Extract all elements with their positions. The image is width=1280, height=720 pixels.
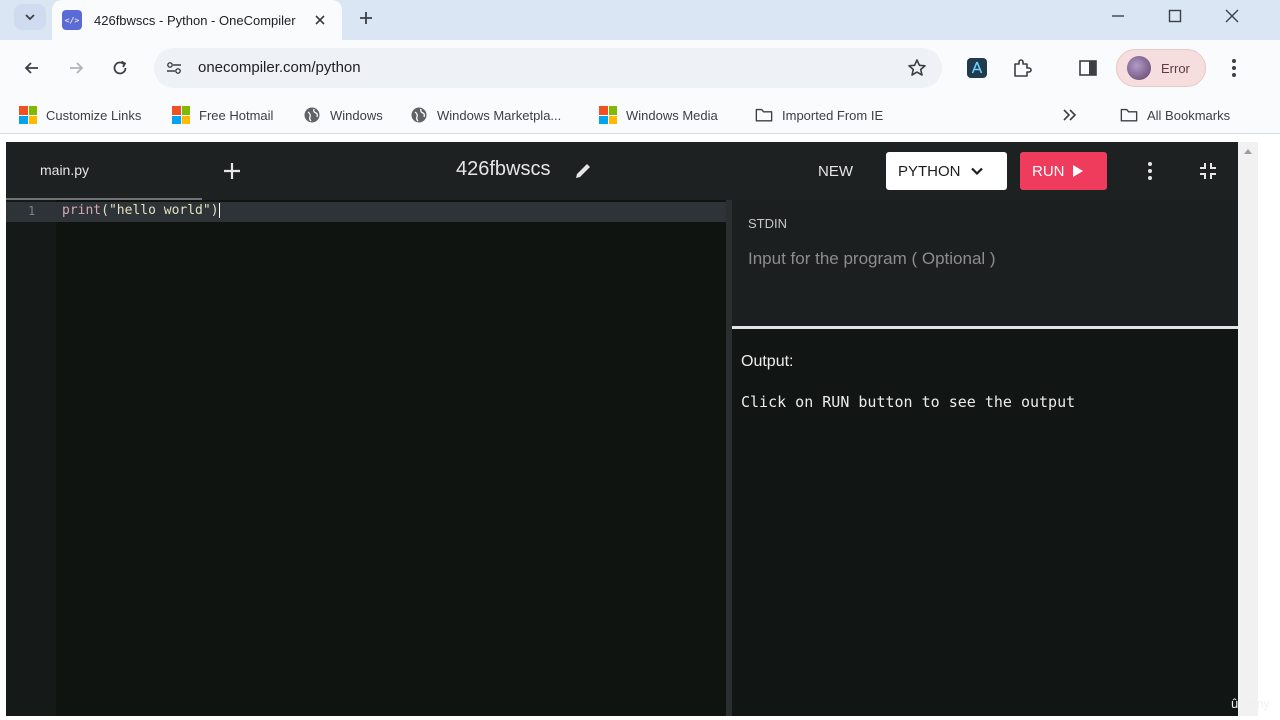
side-panel-button[interactable] bbox=[1076, 56, 1100, 80]
page-scrollbar[interactable] bbox=[1238, 142, 1258, 716]
microsoft-icon bbox=[599, 106, 617, 124]
code-arguments: ("hello world") bbox=[101, 203, 219, 218]
arrow-left-icon bbox=[24, 62, 38, 74]
run-button[interactable]: RUN bbox=[1020, 152, 1107, 190]
url-text[interactable]: onecompiler.com/python bbox=[198, 59, 361, 76]
file-tab-main[interactable]: main.py bbox=[40, 162, 89, 178]
bookmark-customize-links[interactable]: Customize Links bbox=[19, 104, 141, 126]
add-file-button[interactable] bbox=[220, 159, 244, 183]
fullscreen-button[interactable] bbox=[1196, 159, 1220, 183]
new-tab-button[interactable] bbox=[354, 6, 378, 30]
edit-title-button[interactable] bbox=[572, 160, 594, 182]
reload-button[interactable] bbox=[106, 54, 134, 82]
bookmark-windows[interactable]: Windows bbox=[303, 104, 383, 126]
double-chevron-right-icon bbox=[1063, 109, 1077, 121]
microsoft-icon bbox=[172, 106, 190, 124]
scroll-up-icon[interactable] bbox=[1243, 146, 1253, 156]
reload-icon bbox=[113, 60, 127, 75]
star-icon bbox=[908, 59, 926, 76]
avatar bbox=[1127, 56, 1151, 80]
globe-icon bbox=[303, 106, 321, 124]
text-cursor bbox=[218, 203, 220, 218]
run-label: RUN bbox=[1032, 162, 1065, 180]
browser-tab[interactable]: </> 426fbwscs - Python - OneCompiler bbox=[52, 0, 342, 40]
more-bookmarks-button[interactable] bbox=[1062, 104, 1078, 126]
forward-button[interactable] bbox=[62, 54, 90, 82]
language-select[interactable]: PYTHON bbox=[886, 152, 1007, 190]
microsoft-icon bbox=[19, 106, 37, 124]
bookmark-label: Free Hotmail bbox=[199, 107, 274, 123]
page-viewport: main.py 426fbwscs NEW PYTHON RUN 1 print… bbox=[0, 134, 1280, 720]
browser-menu-button[interactable] bbox=[1222, 56, 1246, 80]
side-panel-icon bbox=[1079, 60, 1097, 76]
plus-icon bbox=[360, 12, 372, 24]
extensions-button[interactable] bbox=[1010, 56, 1034, 80]
folder-icon bbox=[755, 106, 773, 124]
back-button[interactable] bbox=[18, 54, 46, 82]
udemy-watermark: ûdemy bbox=[1230, 696, 1270, 711]
stdin-label: STDIN bbox=[748, 216, 787, 231]
minimize-icon bbox=[1112, 15, 1124, 17]
code-line[interactable]: print("hello world") bbox=[62, 203, 220, 218]
maximize-icon bbox=[1168, 9, 1182, 23]
line-number-gutter bbox=[6, 200, 56, 716]
puzzle-icon bbox=[1014, 59, 1032, 77]
output-label: Output: bbox=[741, 353, 794, 370]
language-label: PYTHON bbox=[898, 162, 961, 180]
collapse-icon bbox=[1200, 163, 1216, 179]
bookmark-label: Windows Media bbox=[626, 107, 718, 123]
tab-strip: </> 426fbwscs - Python - OneCompiler bbox=[0, 0, 1280, 40]
editor-topbar: main.py 426fbwscs NEW PYTHON RUN bbox=[6, 142, 1238, 200]
play-icon bbox=[1071, 164, 1085, 178]
onecompiler-favicon-icon: </> bbox=[62, 10, 82, 30]
pencil-icon bbox=[576, 164, 590, 178]
more-vertical-icon bbox=[1232, 59, 1236, 77]
output-panel: Output: Click on RUN button to see the o… bbox=[732, 329, 1238, 716]
bookmark-windows-marketplace[interactable]: Windows Marketpla... bbox=[410, 104, 561, 126]
tab-search-button[interactable] bbox=[14, 4, 46, 30]
line-number: 1 bbox=[28, 204, 36, 218]
new-button[interactable]: NEW bbox=[812, 155, 859, 187]
bookmark-label: Windows Marketpla... bbox=[437, 107, 562, 123]
bookmark-imported-from-ie[interactable]: Imported From IE bbox=[755, 104, 883, 126]
close-icon bbox=[1225, 9, 1239, 23]
globe-icon bbox=[410, 106, 428, 124]
bookmarks-bar: Customize Links Free Hotmail Windows Win… bbox=[0, 96, 1280, 134]
maximize-button[interactable] bbox=[1161, 4, 1189, 28]
site-settings-icon[interactable] bbox=[164, 58, 184, 78]
all-bookmarks-label: All Bookmarks bbox=[1147, 107, 1231, 123]
address-bar[interactable]: onecompiler.com/python bbox=[154, 48, 942, 88]
arrow-right-icon bbox=[70, 62, 84, 74]
pdf-extension-button[interactable] bbox=[965, 56, 989, 80]
bookmark-label: Customize Links bbox=[46, 107, 142, 123]
browser-toolbar: onecompiler.com/python Error bbox=[0, 40, 1280, 96]
bookmark-star-button[interactable] bbox=[906, 57, 928, 79]
all-bookmarks-button[interactable]: All Bookmarks bbox=[1120, 104, 1230, 126]
acrobat-icon bbox=[967, 58, 987, 78]
profile-status-label: Error bbox=[1161, 60, 1190, 76]
bookmark-label: Windows bbox=[330, 107, 383, 123]
minimize-button[interactable] bbox=[1104, 4, 1132, 28]
stdin-input[interactable] bbox=[748, 244, 1218, 274]
profile-button[interactable]: Error bbox=[1116, 49, 1206, 87]
chevron-down-icon bbox=[25, 14, 35, 21]
chevron-down-icon bbox=[969, 163, 985, 179]
plus-icon bbox=[224, 163, 240, 179]
window-close-button[interactable] bbox=[1218, 4, 1246, 28]
project-title: 426fbwscs bbox=[456, 158, 551, 180]
more-vertical-icon bbox=[1148, 162, 1152, 180]
folder-icon bbox=[1120, 106, 1138, 124]
onecompiler-app: main.py 426fbwscs NEW PYTHON RUN 1 print… bbox=[6, 142, 1238, 716]
close-icon bbox=[315, 15, 325, 25]
code-function: print bbox=[62, 203, 102, 218]
tab-close-button[interactable] bbox=[312, 12, 328, 28]
tab-title: 426fbwscs - Python - OneCompiler bbox=[94, 12, 296, 28]
editor-menu-button[interactable] bbox=[1138, 159, 1162, 183]
code-editor[interactable]: 1 print("hello world") bbox=[6, 200, 726, 716]
bookmark-windows-media[interactable]: Windows Media bbox=[599, 104, 718, 126]
stdin-panel: STDIN bbox=[732, 200, 1238, 326]
output-text: Click on RUN button to see the output bbox=[741, 393, 1076, 411]
bookmark-free-hotmail[interactable]: Free Hotmail bbox=[172, 104, 273, 126]
bookmark-label: Imported From IE bbox=[782, 107, 884, 123]
